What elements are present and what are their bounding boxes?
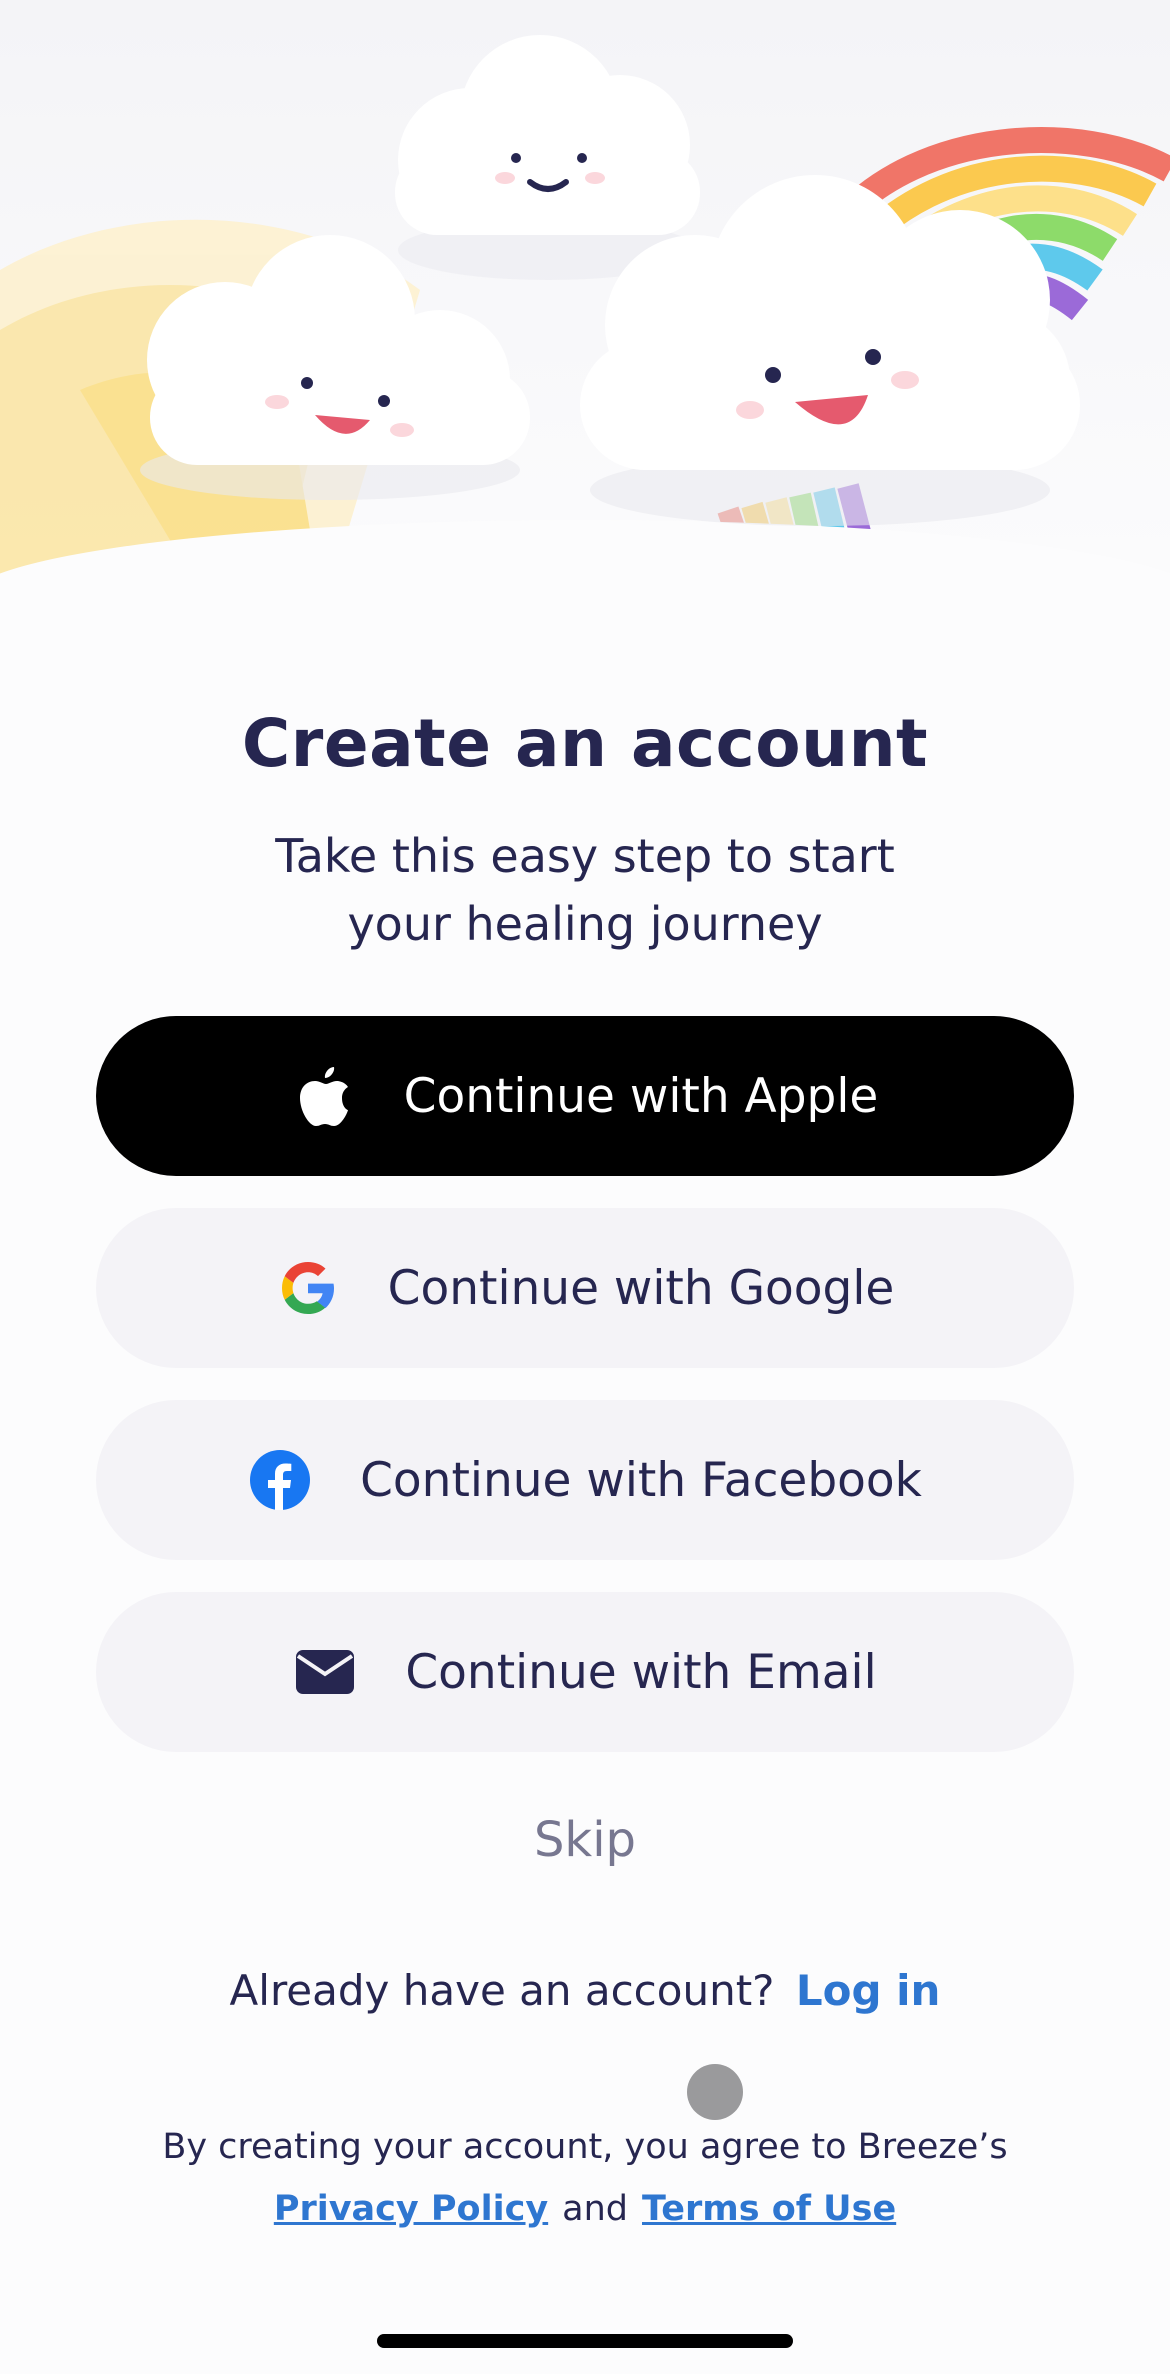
- login-prompt-row: Already have an account? Log in: [0, 1966, 1170, 2015]
- clouds-rainbow-illustration: [0, 35, 1170, 640]
- hero-illustration: [0, 0, 1170, 640]
- privacy-policy-link[interactable]: Privacy Policy: [274, 2189, 548, 2229]
- legal-and-text: and: [562, 2189, 629, 2229]
- subtitle-line-1: Take this easy step to start: [275, 829, 895, 883]
- page-title: Create an account: [241, 705, 929, 782]
- facebook-icon: [248, 1448, 312, 1512]
- legal-links-row: Privacy Policy and Terms of Use: [0, 2178, 1170, 2240]
- home-indicator[interactable]: [377, 2334, 793, 2348]
- email-button-label: Continue with Email: [405, 1644, 877, 1700]
- apple-icon: [292, 1064, 356, 1128]
- envelope-icon: [293, 1640, 357, 1704]
- google-icon: [276, 1256, 340, 1320]
- legal-notice: By creating your account, you agree to B…: [0, 2116, 1170, 2240]
- continue-with-email-button[interactable]: Continue with Email: [96, 1592, 1074, 1752]
- continue-with-google-button[interactable]: Continue with Google: [96, 1208, 1074, 1368]
- login-link[interactable]: Log in: [796, 1966, 941, 2015]
- continue-with-facebook-button[interactable]: Continue with Facebook: [96, 1400, 1074, 1560]
- apple-button-label: Continue with Apple: [403, 1068, 879, 1124]
- subtitle-line-2: your healing journey: [347, 897, 823, 951]
- touch-indicator: [687, 2064, 743, 2120]
- google-button-label: Continue with Google: [387, 1260, 895, 1316]
- legal-text: By creating your account, you agree to B…: [162, 2127, 1008, 2167]
- login-prompt-text: Already have an account?: [229, 1966, 775, 2015]
- skip-button[interactable]: Skip: [0, 1812, 1170, 1868]
- page-subtitle: Take this easy step to start your healin…: [0, 822, 1170, 958]
- continue-with-apple-button[interactable]: Continue with Apple: [96, 1016, 1074, 1176]
- terms-of-use-link[interactable]: Terms of Use: [642, 2189, 896, 2229]
- facebook-button-label: Continue with Facebook: [360, 1452, 922, 1508]
- cloud-top: [395, 35, 700, 280]
